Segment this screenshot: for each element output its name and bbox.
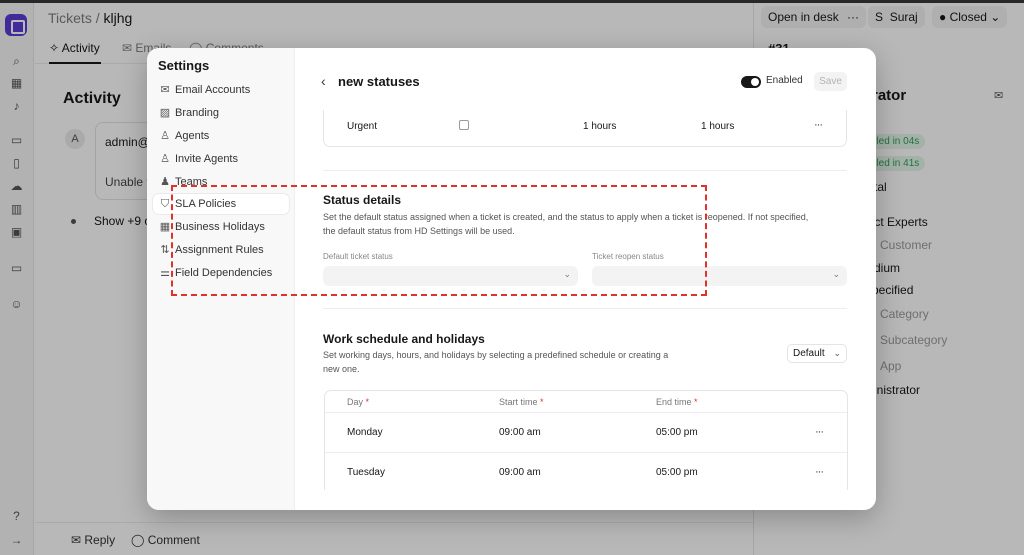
- users-icon: ♟: [160, 176, 170, 188]
- row-menu-icon[interactable]: ···: [815, 466, 824, 478]
- table-row: Tuesday 09:00 am 05:00 pm ···: [325, 453, 847, 490]
- chevron-down-icon: ⌄: [832, 269, 840, 279]
- enabled-toggle[interactable]: [741, 76, 761, 88]
- end-time-cell[interactable]: 05:00 pm: [656, 467, 698, 478]
- user-icon: ♙: [160, 130, 170, 142]
- row-menu-icon[interactable]: ···: [814, 119, 823, 131]
- status-details-highlight: [171, 185, 707, 296]
- work-schedule-description: Set working days, hours, and holidays by…: [323, 350, 669, 374]
- row-menu-icon[interactable]: ···: [815, 426, 824, 438]
- nav-branding[interactable]: ▨ Branding: [153, 103, 289, 123]
- mail-icon: ✉: [160, 84, 170, 96]
- table-row: Monday 09:00 am 05:00 pm ···: [325, 413, 847, 453]
- user-plus-icon: ♙: [160, 153, 170, 165]
- table-header: Day * Start time * End time *: [325, 391, 847, 413]
- end-time-cell[interactable]: 05:00 pm: [656, 427, 698, 438]
- work-schedule-title: Work schedule and holidays: [323, 332, 485, 346]
- day-cell: Tuesday: [347, 467, 385, 478]
- shield-icon: ⛉: [160, 198, 170, 210]
- start-time-cell[interactable]: 09:00 am: [499, 467, 541, 478]
- back-chevron-icon[interactable]: ‹: [321, 73, 326, 89]
- sla-policy-title: new statuses: [338, 74, 420, 89]
- default-priority-checkbox[interactable]: [459, 120, 469, 130]
- column-end-time: End time *: [656, 397, 698, 407]
- nav-invite-agents[interactable]: ♙ Invite Agents: [153, 149, 289, 169]
- priority-table: Urgent 1 hours 1 hours ···: [323, 110, 847, 147]
- sliders-icon: ⚌: [160, 267, 170, 279]
- day-cell: Monday: [347, 427, 383, 438]
- schedule-select[interactable]: Default ⌄: [787, 344, 847, 363]
- image-icon: ▨: [159, 107, 171, 119]
- route-icon: ⇅: [160, 244, 170, 256]
- section-divider: [323, 170, 847, 171]
- resolution-time[interactable]: 1 hours: [701, 121, 734, 132]
- nav-email-accounts[interactable]: ✉ Email Accounts: [153, 80, 289, 100]
- save-button[interactable]: Save: [814, 72, 847, 91]
- start-time-cell[interactable]: 09:00 am: [499, 427, 541, 438]
- nav-agents[interactable]: ♙ Agents: [153, 126, 289, 146]
- work-schedule-table: Day * Start time * End time * Monday 09:…: [324, 390, 848, 490]
- column-day: Day *: [347, 397, 370, 407]
- calendar-icon: ▦: [159, 221, 171, 233]
- priority-name: Urgent: [347, 121, 378, 132]
- first-response-time[interactable]: 1 hours: [583, 121, 616, 132]
- enabled-label: Enabled: [766, 75, 803, 86]
- section-divider: [323, 308, 847, 309]
- chevron-down-icon: ⌄: [833, 348, 841, 358]
- column-start-time: Start time *: [499, 397, 544, 407]
- settings-title: Settings: [158, 58, 210, 73]
